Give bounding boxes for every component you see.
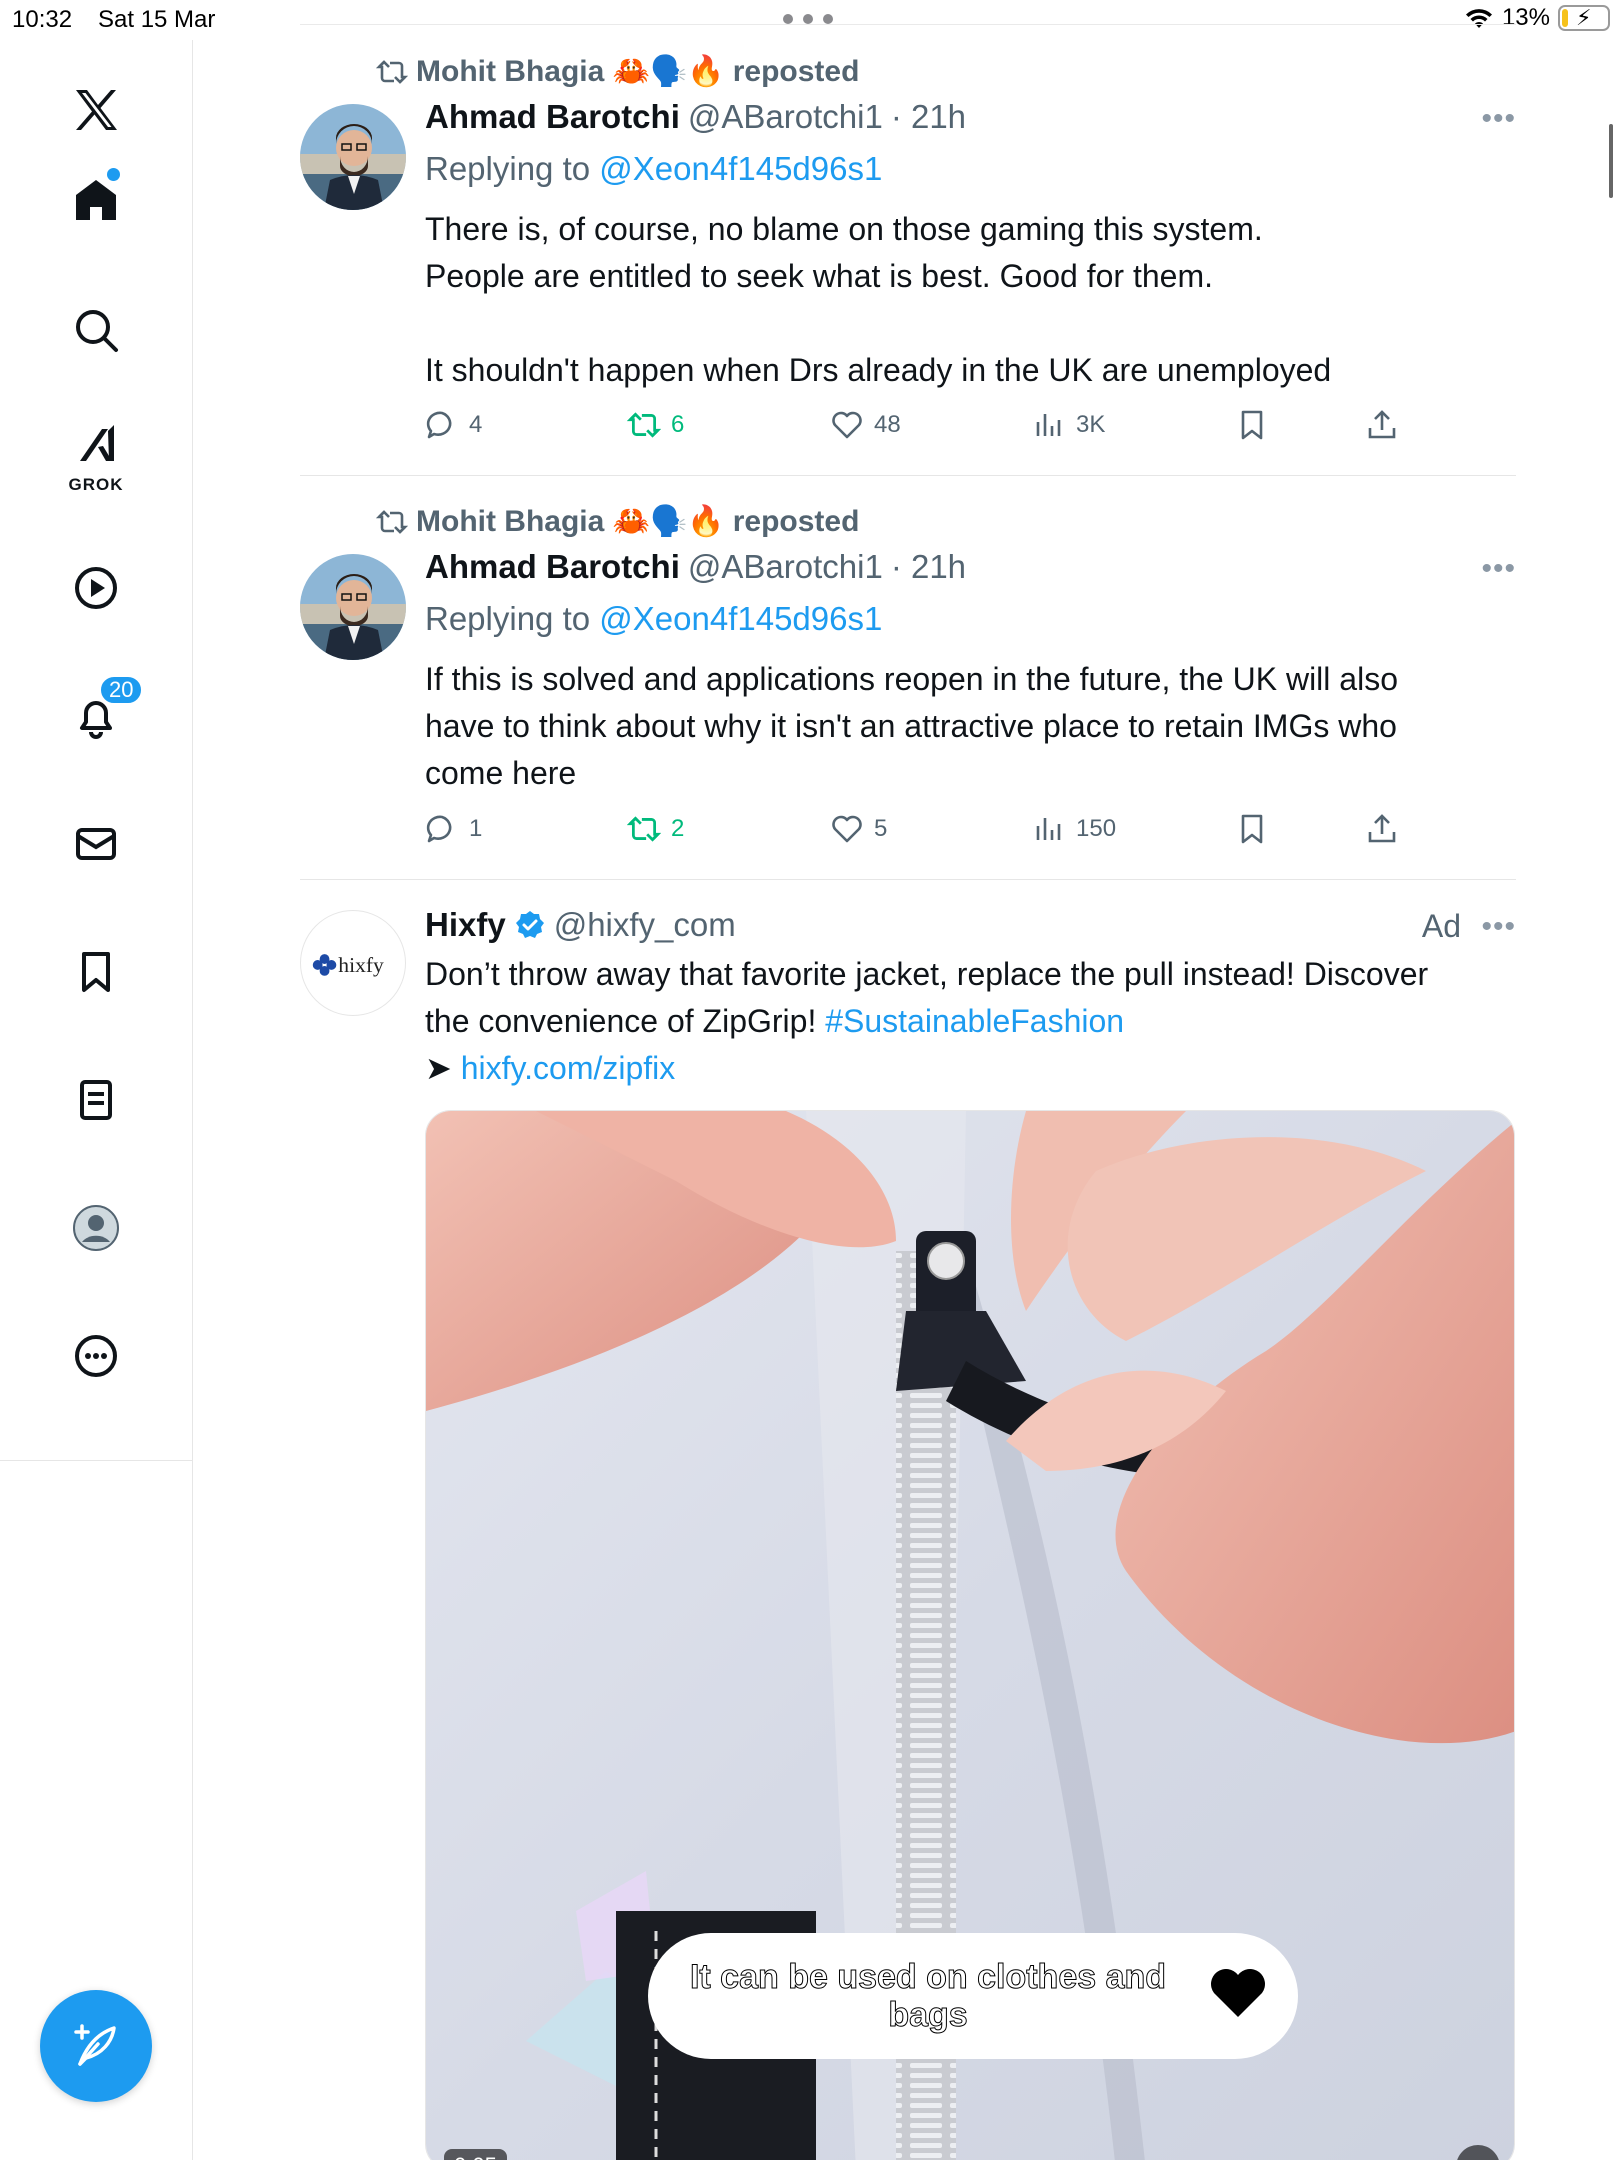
more-circle-icon: [75, 1335, 117, 1377]
hixfy-logo: hixfy: [312, 953, 384, 977]
scrollbar[interactable]: [1609, 124, 1613, 198]
ad-video[interactable]: It can be used on clothes and bags 0:05: [425, 1110, 1515, 2160]
ad-text-line2: the convenience of ZipGrip! #Sustainable…: [425, 998, 1515, 1045]
sidebar-item-notifications[interactable]: 20: [56, 674, 145, 756]
sidebar-divider: [0, 1460, 193, 1461]
x-logo-icon[interactable]: [56, 70, 136, 150]
sidebar-item-grok[interactable]: GROK: [56, 415, 136, 495]
sidebar-item-profile[interactable]: [56, 1188, 136, 1268]
sidebar-item-lists[interactable]: [56, 1060, 136, 1140]
sidebar-item-video[interactable]: [56, 548, 136, 628]
status-time: 10:32: [12, 6, 73, 33]
home-icon: [76, 180, 116, 220]
search-icon: [76, 310, 118, 352]
list-icon: [80, 1080, 112, 1120]
compose-post-button[interactable]: [40, 1990, 152, 2102]
ad-text-plain: the convenience of ZipGrip!: [425, 1003, 826, 1039]
ad-text-line: Don’t throw away that favorite jacket, r…: [425, 956, 1429, 992]
verified-badge-icon: [515, 911, 544, 938]
grok-label: GROK: [68, 475, 124, 494]
heart-icon: [1211, 1969, 1265, 2017]
video-timestamp: 0:05: [444, 2149, 507, 2160]
ad-url-line: ➤ hixfy.com/zipfix: [425, 1045, 1515, 1092]
advertiser-handle[interactable]: @hixfy_com: [554, 906, 736, 944]
bookmark-icon: [82, 952, 110, 992]
promoted-tweet[interactable]: hixfy Hixfy @hixfy_com Ad ••• Don’t thro…: [300, 0, 1516, 2160]
ad-text: Don’t throw away that favorite jacket, r…: [425, 951, 1515, 1092]
sidebar-item-home[interactable]: [56, 160, 136, 240]
sidebar-item-messages[interactable]: [56, 804, 136, 884]
video-caption: It can be used on clothes and bags: [648, 1933, 1298, 2059]
sidebar-item-explore[interactable]: [56, 290, 136, 370]
battery-icon: ⚡: [1558, 5, 1610, 31]
home-unread-dot: [107, 168, 120, 181]
ad-header: Hixfy @hixfy_com: [425, 906, 736, 944]
sidebar-item-bookmarks[interactable]: [56, 932, 136, 1012]
hashtag-link[interactable]: #SustainableFashion: [825, 1003, 1124, 1039]
compose-feather-icon: [74, 2024, 116, 2066]
ad-url-link[interactable]: hixfy.com/zipfix: [461, 1050, 676, 1086]
video-caption-text: It can be used on clothes and bags: [689, 1958, 1167, 2035]
grok-icon: [80, 425, 114, 461]
play-circle-icon: [75, 567, 117, 609]
notifications-badge: 20: [98, 674, 145, 706]
ad-label: Ad: [1421, 908, 1461, 944]
mail-icon: [76, 828, 116, 860]
more-options-icon[interactable]: •••: [1481, 910, 1516, 944]
sidebar-item-more[interactable]: [56, 1316, 136, 1396]
sidebar-nav: GROK 20: [0, 40, 193, 2160]
status-date: Sat 15 Mar: [98, 6, 216, 33]
arrow-glyph: ➤: [425, 1050, 461, 1086]
hixfy-logo-text: hixfy: [338, 953, 384, 977]
profile-avatar-icon: [73, 1205, 119, 1251]
advertiser-name[interactable]: Hixfy: [425, 906, 506, 944]
advertiser-avatar[interactable]: hixfy: [300, 910, 406, 1016]
